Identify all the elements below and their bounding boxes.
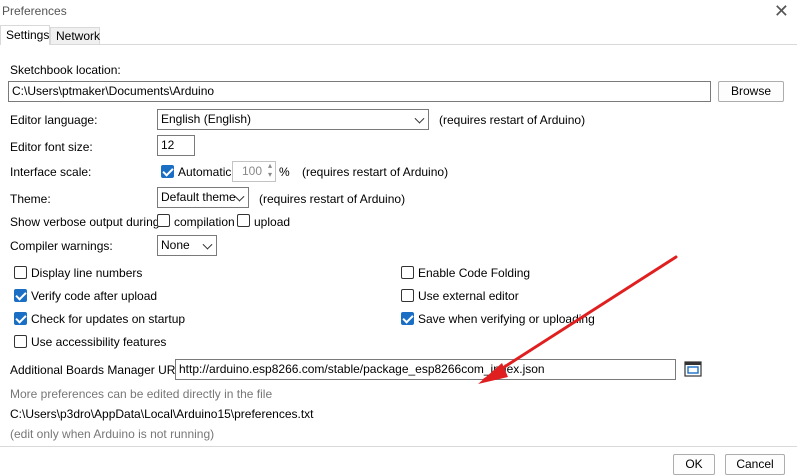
save-on-verify-checkbox[interactable]: [401, 312, 414, 325]
verbose-label: Show verbose output during:: [10, 215, 163, 229]
verbose-compilation-label: compilation: [174, 215, 235, 229]
theme-label: Theme:: [10, 192, 51, 206]
check-updates-label: Check for updates on startup: [31, 312, 186, 326]
automatic-scale-checkbox[interactable]: [161, 165, 174, 178]
accessibility-checkbox[interactable]: [14, 335, 27, 348]
font-size-label: Editor font size:: [10, 140, 93, 154]
close-icon[interactable]: ✕: [774, 0, 789, 22]
compiler-warnings-select[interactable]: None: [157, 235, 217, 256]
automatic-scale-label: Automatic: [178, 165, 232, 179]
interface-scale-label: Interface scale:: [10, 165, 92, 179]
accessibility-label: Use accessibility features: [31, 335, 167, 349]
red-arrow: [478, 255, 678, 384]
theme-select[interactable]: Default theme: [157, 187, 249, 208]
scale-restart-note: (requires restart of Arduino): [302, 165, 449, 179]
edit-note: (edit only when Arduino is not running): [10, 427, 215, 441]
cancel-button[interactable]: Cancel: [725, 454, 785, 475]
theme-restart-note: (requires restart of Arduino): [259, 192, 406, 206]
scale-value: 100: [241, 164, 262, 178]
verbose-upload-checkbox[interactable]: [237, 214, 250, 227]
chevron-down-icon: [234, 191, 245, 202]
sketchbook-label: Sketchbook location:: [10, 63, 121, 77]
verbose-upload-label: upload: [254, 215, 291, 229]
language-restart-note: (requires restart of Arduino): [439, 113, 586, 127]
editor-language-value: English (English): [161, 112, 252, 126]
chevron-down-icon: [414, 113, 425, 124]
compiler-warnings-value: None: [161, 238, 190, 252]
code-folding-checkbox[interactable]: [401, 266, 414, 279]
more-preferences-note: More preferences can be edited directly …: [10, 387, 273, 401]
scale-unit: %: [279, 165, 290, 179]
check-updates-checkbox[interactable]: [14, 312, 27, 325]
editor-language-label: Editor language:: [10, 113, 98, 127]
tab-settings[interactable]: Settings: [0, 25, 50, 45]
theme-value: Default theme: [161, 190, 236, 204]
display-line-numbers-label: Display line numbers: [31, 266, 143, 280]
ok-button[interactable]: OK: [673, 454, 715, 475]
verify-after-upload-label: Verify code after upload: [31, 289, 158, 303]
chevron-down-icon: [202, 239, 213, 250]
settings-panel: Sketchbook location: C:\Users\ptmaker\Do…: [0, 44, 797, 447]
font-size-input[interactable]: 12: [157, 135, 195, 156]
scale-stepper[interactable]: ▴ ▾: [268, 161, 272, 179]
title-bar: Preferences ✕: [0, 0, 797, 22]
window-title: Preferences: [2, 4, 67, 18]
browse-button[interactable]: Browse: [718, 81, 784, 102]
tab-bar: Settings Network: [0, 25, 797, 45]
tab-network[interactable]: Network: [50, 27, 100, 44]
sketchbook-input[interactable]: C:\Users\ptmaker\Documents\Arduino: [8, 81, 711, 102]
verify-after-upload-checkbox[interactable]: [14, 289, 27, 302]
compiler-warnings-label: Compiler warnings:: [10, 239, 113, 253]
boards-urls-label: Additional Boards Manager URLs:: [10, 363, 192, 377]
external-editor-checkbox[interactable]: [401, 289, 414, 302]
display-line-numbers-checkbox[interactable]: [14, 266, 27, 279]
verbose-compilation-checkbox[interactable]: [157, 214, 170, 227]
preferences-path[interactable]: C:\Users\p3dro\AppData\Local\Arduino15\p…: [10, 407, 314, 421]
editor-language-select[interactable]: English (English): [157, 109, 429, 130]
